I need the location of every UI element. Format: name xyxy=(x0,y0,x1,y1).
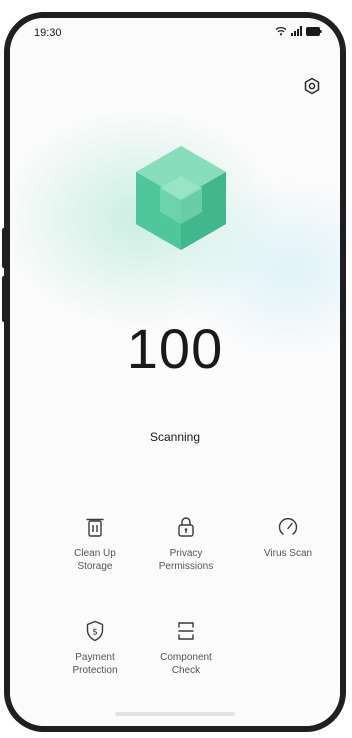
tool-label: Privacy Permissions xyxy=(158,548,214,572)
phone-frame: 19:30 100 Scanning Clean Up Storage Priv… xyxy=(4,12,346,732)
status-icons xyxy=(275,26,322,36)
signal-icon xyxy=(291,26,302,36)
trash-icon xyxy=(82,514,108,540)
shield-dollar-icon: $ xyxy=(82,618,108,644)
status-bar: 19:30 xyxy=(10,18,340,48)
tool-label: Clean Up Storage xyxy=(74,548,116,572)
tool-clean-up-storage[interactable]: Clean Up Storage xyxy=(50,514,140,573)
tool-label: Component Check xyxy=(160,652,212,676)
lock-icon xyxy=(173,514,199,540)
tool-virus-scan[interactable]: Virus Scan xyxy=(243,514,333,560)
gear-icon xyxy=(304,77,320,95)
settings-button[interactable] xyxy=(300,74,324,98)
tool-privacy-permissions[interactable]: Privacy Permissions xyxy=(141,514,231,573)
battery-icon xyxy=(306,26,322,36)
cube-icon xyxy=(136,146,226,250)
gauge-icon xyxy=(275,514,301,540)
wifi-icon xyxy=(275,27,287,36)
component-icon xyxy=(173,618,199,644)
tool-label: Payment Protection xyxy=(72,652,118,676)
home-indicator[interactable] xyxy=(115,712,235,716)
scan-status-text: Scanning xyxy=(149,430,201,444)
scan-score: 100 xyxy=(126,317,224,380)
phone-manager-screen: 19:30 100 Scanning Clean Up Storage Priv… xyxy=(10,18,340,726)
status-time: 19:30 xyxy=(34,27,62,39)
svg-text:$: $ xyxy=(92,628,98,638)
tool-label: Virus Scan xyxy=(263,548,313,559)
tool-payment-protection[interactable]: $ Payment Protection xyxy=(50,618,140,677)
tool-component-check[interactable]: Component Check xyxy=(141,618,231,677)
